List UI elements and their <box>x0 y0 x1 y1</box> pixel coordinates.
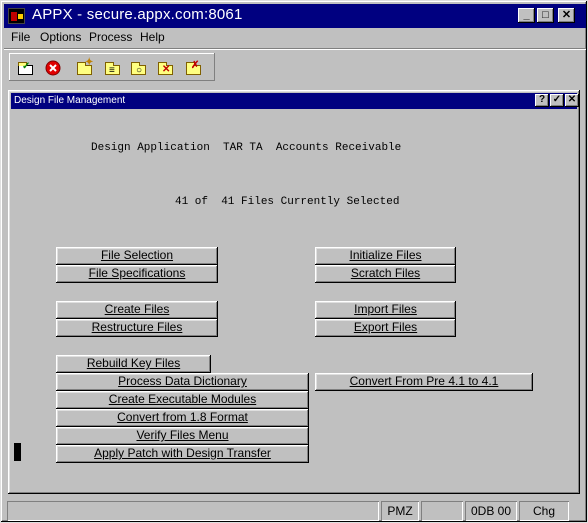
restructure-files-button[interactable]: Restructure Files <box>56 319 218 337</box>
dialog-title-bar: Design File Management ? ✓ ✕ <box>11 93 579 109</box>
status-blank <box>421 501 463 521</box>
close-button[interactable]: ✕ <box>558 8 575 23</box>
verify-files-menu-button[interactable]: Verify Files Menu <box>56 427 309 445</box>
open-folder-icon[interactable]: ≡ <box>104 60 122 76</box>
ok-check-icon[interactable]: ✓ <box>17 60 35 76</box>
menu-process[interactable]: Process <box>89 30 132 44</box>
appx-logo-icon <box>8 8 25 24</box>
rebuild-key-files-button[interactable]: Rebuild Key Files <box>56 355 211 373</box>
initialize-files-button[interactable]: Initialize Files <box>315 247 456 265</box>
export-files-button[interactable]: Export Files <box>315 319 456 337</box>
cancel-icon[interactable] <box>45 60 63 76</box>
dialog-title: Design File Management <box>14 95 126 106</box>
create-files-button[interactable]: Create Files <box>56 301 218 319</box>
text-cursor <box>14 443 21 461</box>
title-bar: APPX - secure.appx.com:8061 _ □ ✕ <box>4 4 586 28</box>
apply-patch-button[interactable]: Apply Patch with Design Transfer <box>56 445 309 463</box>
status-message <box>7 501 379 521</box>
status-pmz: PMZ <box>381 501 419 521</box>
import-files-button[interactable]: Import Files <box>315 301 456 319</box>
ok-button[interactable]: ✓ <box>550 94 564 107</box>
move-folder-icon[interactable]: ✕ <box>157 60 175 76</box>
minimize-button[interactable]: _ <box>518 8 535 23</box>
app-window: APPX - secure.appx.com:8061 _ □ ✕ File O… <box>0 0 588 523</box>
status-bar: PMZ 0DB 00 Chg <box>4 501 586 521</box>
maximize-button[interactable]: □ <box>537 8 554 23</box>
convert-from-1-8-button[interactable]: Convert from 1.8 Format <box>56 409 309 427</box>
menu-help[interactable]: Help <box>140 30 165 44</box>
new-folder-icon[interactable]: ✦ <box>76 58 94 76</box>
selection-count: 41 of 41 Files Currently Selected <box>175 196 400 208</box>
file-selection-button[interactable]: File Selection <box>56 247 218 265</box>
menu-bar: File Options Process Help <box>4 29 586 47</box>
convert-from-pre-button[interactable]: Convert From Pre 4.1 to 4.1 <box>315 373 533 391</box>
application-header: Design Application TAR TA Accounts Recei… <box>91 142 402 154</box>
status-chg: Chg <box>519 501 569 521</box>
scratch-files-button[interactable]: Scratch Files <box>315 265 456 283</box>
process-data-dictionary-button[interactable]: Process Data Dictionary <box>56 373 309 391</box>
dialog-close-button[interactable]: ✕ <box>565 94 579 107</box>
toolbar-group: ✓ ✦ ≡ ○ ✕ ✗ <box>9 53 215 81</box>
toolbar: ✓ ✦ ≡ ○ ✕ ✗ <box>4 48 586 82</box>
design-file-management-window: Design File Management ? ✓ ✕ Design Appl… <box>8 90 580 494</box>
create-executable-modules-button[interactable]: Create Executable Modules <box>56 391 309 409</box>
search-folder-icon[interactable]: ○ <box>130 60 148 76</box>
file-specifications-button[interactable]: File Specifications <box>56 265 218 283</box>
menu-file[interactable]: File <box>11 30 30 44</box>
help-button[interactable]: ? <box>535 94 549 107</box>
delete-folder-icon[interactable]: ✗ <box>185 60 203 76</box>
window-title: APPX - secure.appx.com:8061 <box>32 6 243 23</box>
status-db: 0DB 00 <box>465 501 517 521</box>
menu-options[interactable]: Options <box>40 30 81 44</box>
